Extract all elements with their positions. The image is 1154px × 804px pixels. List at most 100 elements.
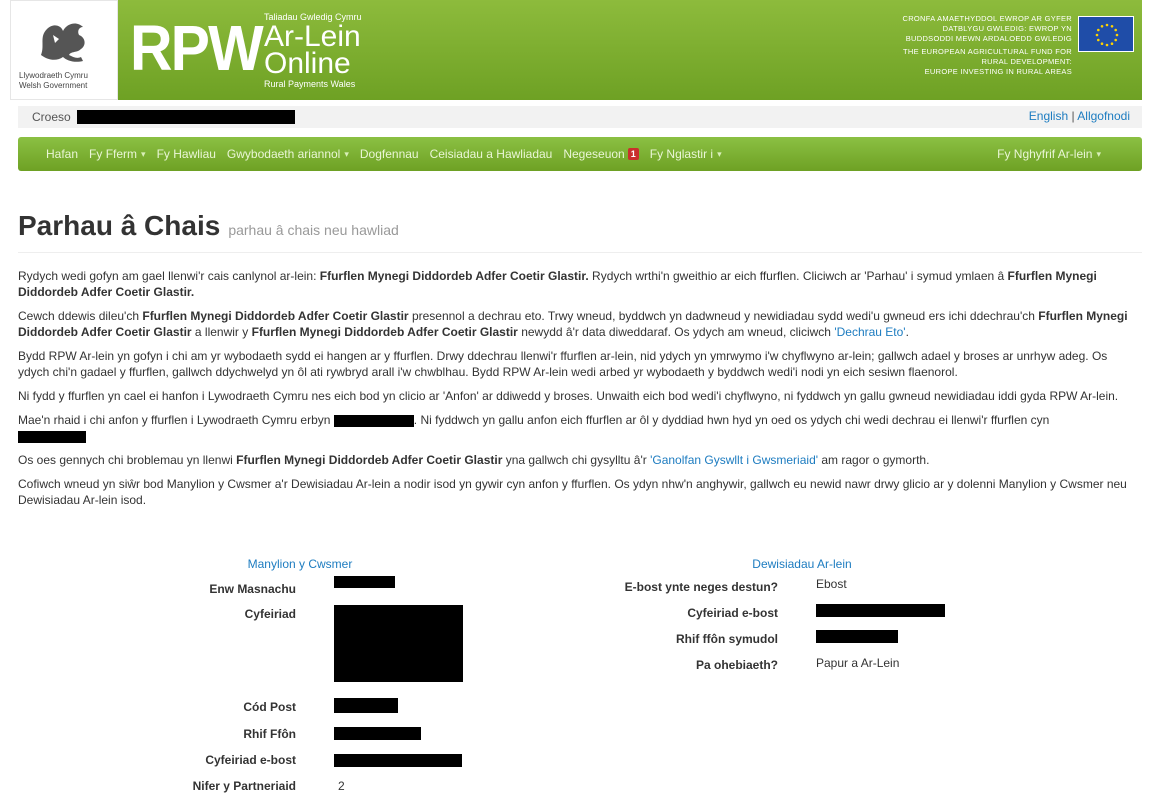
text: presennol a dechrau eto. Trwy wneud, byd… (408, 309, 1039, 323)
paragraph-intro: Rydych wedi gofyn am gael llenwi'r cais … (18, 268, 1138, 300)
restart-link[interactable]: 'Dechrau Eto' (834, 325, 905, 339)
logout-link[interactable]: Allgofnodi (1077, 109, 1130, 123)
redacted-online-email (816, 604, 945, 617)
email-or-text-label: E-bost ynte neges destun? (624, 580, 778, 594)
nav-label: Fy Nglastir i (649, 147, 714, 161)
form-name: Ffurflen Mynegi Diddordeb Adfer Coetir G… (142, 309, 409, 323)
eu-line: EUROPE INVESTING IN RURAL AREAS (924, 67, 1072, 76)
dragon-icon (41, 23, 85, 62)
nav-label: Hafan (46, 147, 79, 161)
form-name: Ffurflen Mynegi Diddordeb Adfer Coetir G… (251, 325, 518, 339)
form-name: Ffurflen Mynegi Diddordeb Adfer Coetir G… (236, 453, 503, 467)
rpw-brand-band: RPW Taliadau Gwledig Cymru Ar-Lein Onlin… (118, 0, 1142, 100)
eu-line: RURAL DEVELOPMENT: (981, 57, 1072, 66)
email-label: Cyfeiriad e-bost (205, 753, 296, 767)
eu-line: THE EUROPEAN AGRICULTURAL FUND FOR (903, 47, 1072, 56)
text: Rydych wedi gofyn am gael llenwi'r cais … (18, 269, 320, 283)
paragraph-submit: Ni fydd y ffurflen yn cael ei hanfon i L… (18, 389, 1119, 403)
text: Os oes gennych chi broblemau yn llenwi (18, 453, 237, 467)
email-or-text-value: Ebost (816, 577, 847, 591)
form-name: Ffurflen Mynegi Diddordeb Adfer Coetir G… (319, 269, 589, 283)
text: a llenwir y (191, 325, 252, 339)
caret-down-icon: ▾ (344, 148, 349, 159)
redacted-date (333, 414, 414, 427)
redacted-mobile (816, 630, 898, 643)
redacted-postcode (334, 698, 398, 713)
language-logout-links: English | Allgofnodi (1029, 109, 1130, 123)
address-label: Cyfeiriad (244, 607, 296, 621)
header-banner: Llywodraeth Cymru Welsh Government RPW T… (10, 0, 1142, 100)
correspondence-value: Papur a Ar-Lein (816, 656, 900, 670)
contact-centre-link[interactable]: 'Ganolfan Gyswllt i Gwsmeriaid' (650, 453, 818, 467)
paragraph-help: Os oes gennych chi broblemau yn llenwi F… (18, 452, 1138, 468)
nav-label: Ceisiadau a Hawliadau (429, 147, 553, 161)
online-email-label: Cyfeiriad e-bost (687, 606, 778, 620)
nav-item-fy-nglastir[interactable]: Fy Nglastir i ▾ (650, 147, 722, 161)
divider (18, 252, 1142, 253)
paragraph-info: Bydd RPW Ar-lein yn gofyn i chi am yr wy… (18, 349, 1108, 379)
rpw-online-title: Taliadau Gwledig Cymru Ar-Lein Online Ru… (264, 12, 362, 90)
nav-label: Fy Nghyfrif Ar-lein (997, 147, 1093, 161)
nav-label: Dogfennau (359, 147, 419, 161)
nav-item-gwybodaeth-ariannol[interactable]: Gwybodaeth ariannol ▾ (227, 147, 349, 161)
eu-line: BUDDSODDI MEWN ARDALOEDD GWLEDIG (905, 34, 1072, 43)
partners-value: 2 (338, 779, 345, 793)
redacted-address (334, 605, 463, 682)
eu-funding-text: CRONFA AMAETHYDDOL EWROP AR GYFER DATBLY… (902, 14, 1072, 77)
nav-label: Fy Hawliau (156, 147, 216, 161)
gov-logo-english: Welsh Government (19, 81, 88, 90)
text: yna gallwch chi gysylltu â'r (502, 453, 651, 467)
text: Mae'n rhaid i chi anfon y ffurflen i Lyw… (18, 413, 334, 427)
nav-item-hafan[interactable]: Hafan (46, 147, 78, 161)
nav-item-fy-fferm[interactable]: Fy Fferm ▾ (89, 147, 146, 161)
mobile-label: Rhif ffôn symudol (676, 632, 778, 646)
rpw-title-online: Online (264, 47, 351, 80)
caret-down-icon: ▾ (717, 148, 722, 159)
nav-item-ceisiadau[interactable]: Ceisiadau a Hawliadau (430, 147, 553, 161)
eu-flag-icon (1078, 16, 1134, 52)
trading-name-label: Enw Masnachu (209, 582, 296, 596)
postcode-label: Cód Post (243, 700, 296, 714)
caret-down-icon: ▾ (1096, 148, 1101, 159)
nav-item-account[interactable]: Fy Nghyfrif Ar-lein ▾ (997, 147, 1101, 161)
correspondence-label: Pa ohebiaeth? (695, 658, 778, 672)
eu-line: CRONFA AMAETHYDDOL EWROP AR GYFER (902, 14, 1072, 23)
caret-down-icon: ▾ (141, 148, 146, 159)
paragraph-check-details: Cofiwch wneud yn siŵr bod Manylion y Cws… (18, 477, 1127, 507)
redacted-date (18, 430, 86, 443)
text: Rydych wrthi'n gweithio ar eich ffurflen… (588, 269, 1008, 283)
welcome-bar: Croeso English | Allgofnodi (18, 106, 1142, 128)
page-title: Parhau â Chais (18, 210, 221, 241)
nav-label: Negeseuon (563, 147, 625, 161)
english-link[interactable]: English (1029, 109, 1068, 123)
nav-label: Gwybodaeth ariannol (226, 147, 341, 161)
nav-label: Fy Fferm (89, 147, 138, 161)
paragraph-restart: Cewch ddewis dileu'ch Ffurflen Mynegi Di… (18, 308, 1138, 340)
eu-line: DATBLYGU GWLEDIG: EWROP YN (942, 24, 1072, 33)
phone-label: Rhif Ffôn (243, 727, 296, 741)
nav-item-fy-hawliau[interactable]: Fy Hawliau (157, 147, 216, 161)
nav-item-negeseuon[interactable]: Negeseuon 1 (563, 147, 639, 161)
text: Cewch ddewis dileu'ch (18, 309, 143, 323)
partners-label: Nifer y Partneriaid (192, 779, 296, 793)
redacted-phone (334, 727, 421, 740)
link-separator: | (1071, 109, 1075, 123)
welsh-government-logo[interactable]: Llywodraeth Cymru Welsh Government (10, 0, 118, 100)
redacted-trading-name (334, 576, 395, 588)
welcome-greeting: Croeso (32, 110, 71, 124)
page-header: Parhau â Chais parhau â chais neu hawlia… (18, 210, 399, 242)
instructions: Rydych wedi gofyn am gael llenwi'r cais … (18, 268, 1138, 516)
main-nav: Hafan Fy Fferm ▾ Fy Hawliau Gwybodaeth ar… (18, 137, 1142, 171)
nav-item-dogfennau[interactable]: Dogfennau (360, 147, 419, 161)
messages-count-badge: 1 (627, 148, 639, 160)
text: . Ni fyddwch yn gallu anfon eich ffurfle… (413, 413, 1050, 427)
rpw-tagline-english: Rural Payments Wales (264, 79, 356, 89)
redacted-username (76, 110, 295, 124)
rpw-logo[interactable]: RPW (130, 16, 264, 80)
customer-details-link[interactable]: Manylion y Cwsmer (210, 557, 390, 571)
gov-logo-welsh: Llywodraeth Cymru (19, 71, 88, 80)
text: newydd â'r data diweddaraf. Os ydych am … (517, 325, 835, 339)
redacted-email (334, 754, 462, 767)
text: . (905, 325, 909, 339)
online-preferences-link[interactable]: Dewisiadau Ar-lein (712, 557, 892, 571)
